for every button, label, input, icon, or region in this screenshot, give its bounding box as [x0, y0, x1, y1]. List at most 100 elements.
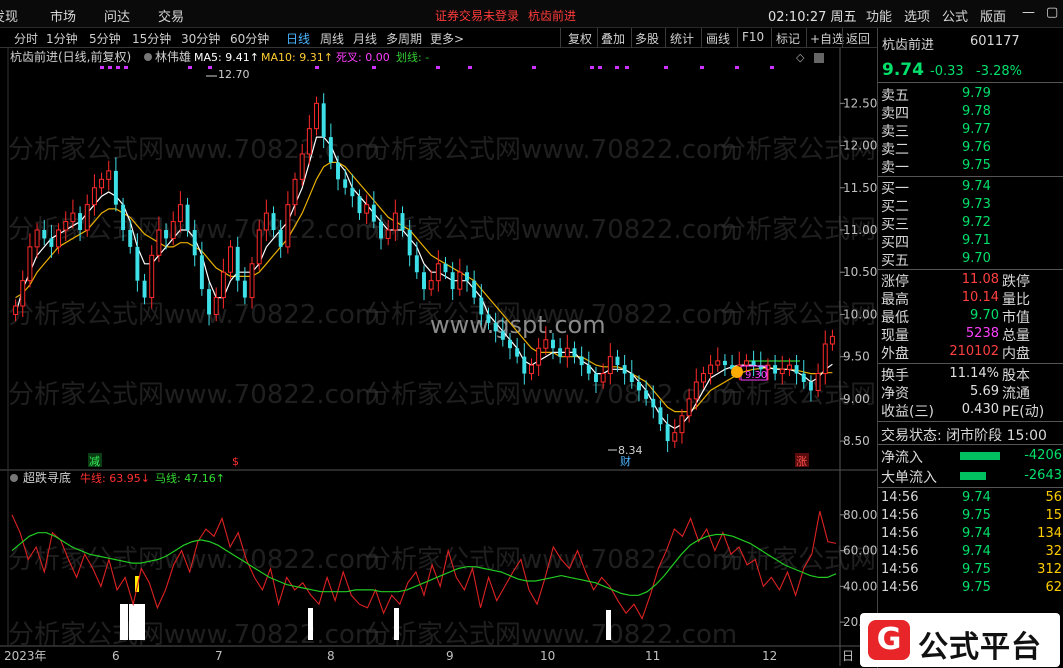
candle-body — [278, 230, 283, 247]
period-30min[interactable]: 30分钟 — [181, 30, 220, 47]
menu-wenda[interactable]: 问达 — [104, 6, 130, 25]
close-pane-icon[interactable] — [814, 53, 824, 63]
sub-tick-label: 60.00 — [843, 544, 877, 558]
bid-label: 买二 — [881, 199, 909, 215]
main-legend: 杭齿前进(日线,前复权) 林伟雄 MA5: 9.41↑ MA10: 9.31↑ … — [10, 49, 824, 64]
divider — [878, 176, 1063, 177]
stat-value: 210102 — [949, 344, 999, 359]
sub-settings-icon[interactable] — [10, 474, 18, 482]
menu-discover[interactable]: 发现 — [0, 6, 18, 25]
toolbar-divider — [806, 28, 807, 48]
stat-row: 涨停 11.08 跌停 — [878, 271, 1063, 290]
signal-dot — [108, 66, 112, 69]
menu-function[interactable]: 功能 — [866, 6, 892, 25]
sub-indicator-name[interactable]: 超跌寻底 — [23, 470, 71, 485]
period-timeshare[interactable]: 分时 — [14, 30, 38, 47]
chart-title: 杭齿前进(日线,前复权) — [10, 49, 131, 64]
candle-body — [228, 246, 234, 273]
period-60min[interactable]: 60分钟 — [230, 30, 269, 47]
bid-row[interactable]: 买一 9.74 — [878, 178, 1063, 197]
stat-row: 现量 5238 总量 — [878, 325, 1063, 344]
minimize-icon[interactable]: — — [1022, 5, 1035, 20]
signal-dot — [468, 66, 472, 69]
signal-dot — [208, 66, 212, 69]
period-more[interactable]: 更多> — [430, 30, 464, 47]
tool-add-watch[interactable]: +自选 — [810, 30, 844, 47]
fund-value: -4206 — [1024, 448, 1062, 463]
tick-volume: 56 — [1045, 490, 1062, 505]
candle-body — [84, 204, 90, 231]
signal-bar — [137, 604, 145, 640]
ask-label: 卖一 — [881, 160, 909, 176]
marker-jian[interactable]: 减 — [89, 455, 100, 468]
tick-row: 14:56 9.75 312 — [878, 562, 1063, 580]
candle-body — [808, 382, 813, 391]
menu-formula[interactable]: 公式 — [942, 6, 968, 25]
candle-body — [306, 128, 312, 155]
candle-body — [700, 373, 706, 383]
price-tick-label: 11.50 — [843, 181, 877, 195]
menu-trade[interactable]: 交易 — [158, 6, 184, 25]
menu-market[interactable]: 市场 — [50, 6, 76, 25]
candle-body — [63, 221, 69, 231]
tool-back[interactable]: 返回 — [846, 30, 870, 47]
menu-options[interactable]: 选项 — [904, 6, 930, 25]
tool-f10[interactable]: F10 — [742, 30, 764, 44]
tool-overlay[interactable]: 叠加 — [601, 30, 625, 47]
drawline-value: 划线: - — [396, 50, 429, 64]
kline-chart[interactable]: 分析家公式网www.70822.com 分析家公式网www.70822.com … — [0, 48, 877, 668]
period-weekly[interactable]: 周线 — [320, 30, 344, 47]
candle-body — [443, 263, 448, 273]
candle-body — [314, 102, 319, 130]
watermark-layer: 分析家公式网www.70822.com 分析家公式网www.70822.com … — [8, 135, 877, 650]
settings-icon[interactable] — [144, 53, 152, 61]
ask-row[interactable]: 卖五 9.79 — [878, 85, 1063, 104]
period-15min[interactable]: 15分钟 — [132, 30, 171, 47]
candle-body — [600, 373, 606, 383]
candle-body — [751, 360, 756, 366]
candle-body — [213, 297, 219, 315]
marker-dollar[interactable]: $ — [232, 455, 239, 468]
price-tick-label: 10.50 — [843, 265, 877, 279]
price-change-pct: -3.28% — [976, 64, 1022, 79]
indicator-name[interactable]: 林伟雄 — [155, 49, 191, 64]
login-status[interactable]: 证券交易未登录 — [435, 7, 519, 24]
restore-icon[interactable]: ▢ — [1046, 5, 1058, 20]
bid-row[interactable]: 买三 9.72 — [878, 214, 1063, 233]
signal-dot — [315, 66, 319, 69]
candle-body — [672, 432, 678, 442]
marker-cai[interactable]: 财 — [620, 454, 631, 468]
bid-row[interactable]: 买五 9.70 — [878, 250, 1063, 269]
sub-tick-label: 80.00 — [843, 508, 877, 522]
x-label: 10 — [540, 649, 555, 663]
candle-body — [256, 229, 262, 265]
candle-body — [385, 229, 391, 239]
marker-zhang[interactable]: 涨 — [796, 455, 807, 468]
tool-mark[interactable]: 标记 — [776, 30, 800, 47]
candle-body — [113, 170, 118, 205]
tool-fuquan[interactable]: 复权 — [568, 30, 592, 47]
tool-stats[interactable]: 统计 — [670, 30, 694, 47]
bid-row[interactable]: 买四 9.71 — [878, 232, 1063, 251]
bid-row[interactable]: 买二 9.73 — [878, 196, 1063, 215]
tool-multistock[interactable]: 多股 — [635, 30, 659, 47]
period-daily[interactable]: 日线 — [286, 30, 310, 47]
period-multi[interactable]: 多周期 — [386, 30, 422, 47]
tool-draw[interactable]: 画线 — [706, 30, 730, 47]
menu-layout[interactable]: 版面 — [980, 6, 1006, 25]
toolbar-divider — [842, 28, 843, 48]
collapse-icon[interactable]: ◇ — [796, 51, 805, 64]
watermark-gspt: www.gspt.com — [430, 311, 606, 339]
ask-row[interactable]: 卖三 9.77 — [878, 121, 1063, 140]
watermark-text: 分析家公式网www.70822.com — [8, 300, 380, 330]
period-monthly[interactable]: 月线 — [353, 30, 377, 47]
fund-bar — [960, 472, 986, 480]
candle-body — [177, 204, 183, 223]
period-1min[interactable]: 1分钟 — [46, 30, 78, 47]
ask-row[interactable]: 卖一 9.75 — [878, 157, 1063, 176]
candle-body — [564, 347, 570, 358]
candle-body — [558, 348, 563, 357]
ask-row[interactable]: 卖二 9.76 — [878, 139, 1063, 158]
period-5min[interactable]: 5分钟 — [89, 30, 121, 47]
ask-row[interactable]: 卖四 9.78 — [878, 103, 1063, 122]
